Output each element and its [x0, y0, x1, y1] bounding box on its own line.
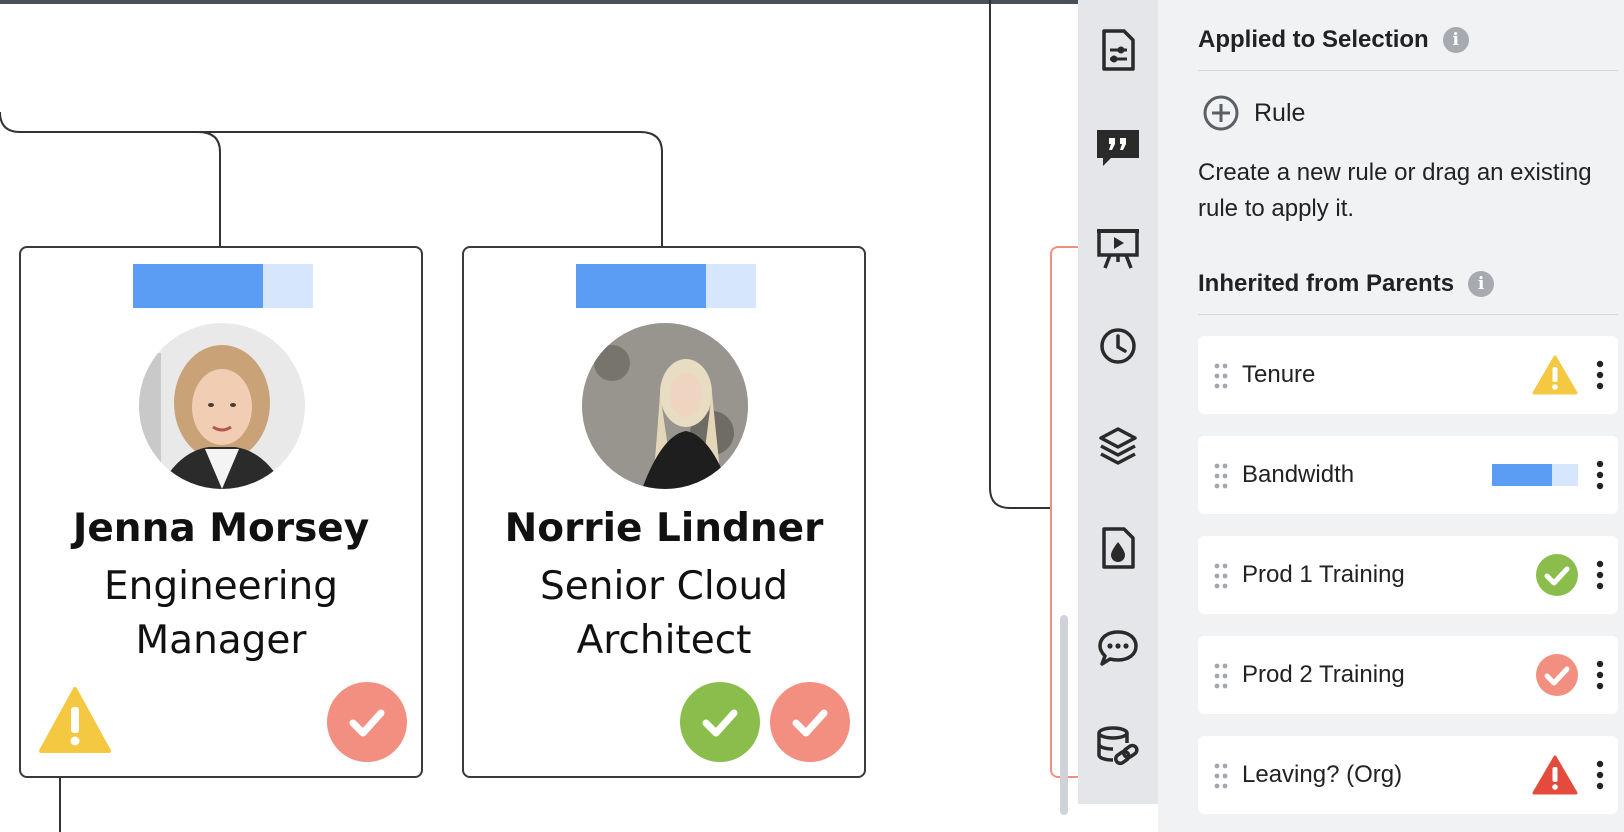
icon-rail: [1078, 0, 1158, 804]
rule-label: Bandwidth: [1242, 461, 1355, 488]
card-badges: [680, 682, 850, 762]
layers-icon[interactable]: [1078, 416, 1158, 476]
more-options-icon[interactable]: [1596, 560, 1604, 590]
check-icon: [327, 682, 407, 762]
data-link-icon[interactable]: [1078, 718, 1158, 778]
person-title: Senior Cloud Architect: [464, 560, 864, 668]
inherited-title: Inherited from Parents: [1198, 270, 1455, 297]
divider: [1198, 70, 1618, 71]
rule-row[interactable]: Bandwidth: [1198, 436, 1618, 514]
clock-icon[interactable]: [1078, 316, 1158, 376]
person-card[interactable]: Norrie Lindner Senior Cloud Architect: [462, 246, 866, 778]
check-icon: [1536, 654, 1578, 696]
bandwidth-bar: [576, 264, 756, 308]
rule-label: Prod 1 Training: [1242, 561, 1405, 588]
rules-panel: Applied to Selection i Rule Create a new…: [1158, 0, 1624, 832]
rule-label: Tenure: [1242, 361, 1316, 388]
info-icon[interactable]: i: [1468, 271, 1495, 297]
warning-icon: [39, 685, 111, 760]
drag-handle-icon[interactable]: [1214, 363, 1228, 389]
info-icon[interactable]: i: [1442, 27, 1469, 53]
check-icon: [770, 682, 850, 762]
person-card[interactable]: Jenna Morsey Engineering Manager: [19, 246, 423, 778]
drag-handle-icon[interactable]: [1214, 763, 1228, 789]
org-chart-canvas[interactable]: Jenna Morsey Engineering Manager Norrie …: [0, 0, 1078, 832]
drag-handle-icon[interactable]: [1214, 463, 1228, 489]
add-rule-button[interactable]: Rule: [1202, 94, 1305, 132]
applied-heading: Applied to Selection i: [1198, 26, 1469, 54]
bandwidth-bar: [133, 264, 313, 308]
person-title: Engineering Manager: [21, 560, 421, 668]
avatar: [139, 323, 305, 489]
drag-handle-icon[interactable]: [1214, 663, 1228, 689]
more-options-icon[interactable]: [1596, 460, 1604, 490]
more-options-icon[interactable]: [1596, 760, 1604, 790]
avatar: [582, 323, 748, 489]
person-name: Norrie Lindner: [504, 506, 824, 551]
divider: [1198, 314, 1618, 315]
help-text: Create a new rule or drag an existing ru…: [1198, 159, 1592, 222]
person-title-line: Senior Cloud: [540, 564, 788, 609]
person-name: Jenna Morsey: [72, 506, 370, 551]
quote-icon[interactable]: [1078, 118, 1158, 178]
rule-label: Leaving? (Org): [1242, 761, 1403, 788]
canvas-scrollbar[interactable]: [1060, 615, 1068, 815]
card-badges: [327, 682, 407, 762]
rule-row[interactable]: Tenure: [1198, 336, 1618, 414]
rule-row[interactable]: Leaving? (Org): [1198, 736, 1618, 814]
check-icon: [1536, 554, 1578, 596]
rule-label: Prod 2 Training: [1242, 661, 1405, 688]
applied-title: Applied to Selection: [1198, 26, 1429, 53]
plus-circle-icon: [1203, 95, 1239, 131]
add-rule-label: Rule: [1254, 98, 1306, 127]
more-options-icon[interactable]: [1596, 360, 1604, 390]
rule-row[interactable]: Prod 1 Training: [1198, 536, 1618, 614]
check-icon: [680, 682, 760, 762]
warning-icon: [1532, 354, 1578, 396]
comment-icon[interactable]: [1078, 618, 1158, 678]
person-title-line: Architect: [576, 618, 752, 663]
presentation-icon[interactable]: [1078, 218, 1158, 278]
more-options-icon[interactable]: [1596, 660, 1604, 690]
person-title-line: Engineering: [104, 564, 338, 609]
warning-icon: [1532, 754, 1578, 796]
fill-document-icon[interactable]: [1078, 518, 1158, 578]
bandwidth-mini-bar: [1492, 464, 1578, 486]
inherited-heading: Inherited from Parents i: [1198, 270, 1495, 298]
drag-handle-icon[interactable]: [1214, 563, 1228, 589]
document-settings-icon[interactable]: [1078, 20, 1158, 80]
person-title-line: Manager: [135, 618, 307, 663]
rule-row[interactable]: Prod 2 Training: [1198, 636, 1618, 714]
